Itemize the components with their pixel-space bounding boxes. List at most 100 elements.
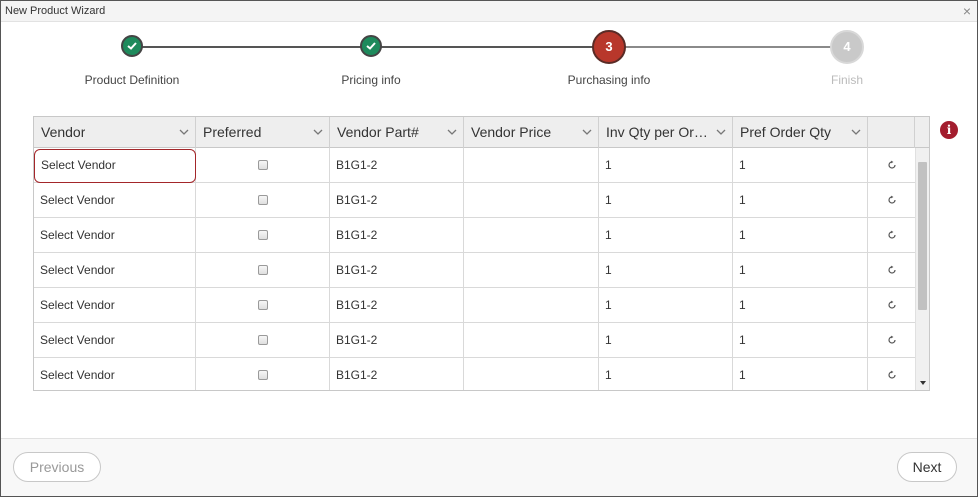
pref-order-qty-cell[interactable]: 1 (733, 253, 868, 288)
preferred-cell (196, 218, 330, 253)
step-label: Product Definition (84, 73, 180, 87)
vendor-part-cell[interactable]: B1G1-2 (330, 183, 464, 218)
refresh-icon[interactable] (887, 230, 897, 240)
vendor-price-cell[interactable] (464, 218, 599, 253)
vendor-part-cell[interactable]: B1G1-2 (330, 253, 464, 288)
scroll-up-arrow-icon[interactable] (919, 151, 927, 159)
stepper-connector (609, 46, 847, 48)
chevron-down-icon[interactable] (179, 117, 189, 148)
inv-qty-cell[interactable]: 1 (599, 183, 733, 218)
vendor-cell[interactable]: Select Vendor (34, 253, 196, 288)
pref-order-qty-cell[interactable]: 1 (733, 323, 868, 358)
grid-header: Vendor Preferred Vendor Part# Vendor Pri… (34, 117, 929, 148)
grid-body: Select VendorB1G1-211Select VendorB1G1-2… (34, 148, 915, 390)
pref-order-qty-cell[interactable]: 1 (733, 218, 868, 253)
column-header-vendor-price[interactable]: Vendor Price (464, 117, 599, 148)
header-scroll-spacer (915, 117, 929, 148)
previous-button[interactable]: Previous (13, 452, 101, 482)
preferred-cell (196, 358, 330, 390)
row-action-cell (868, 323, 915, 358)
check-icon (360, 35, 382, 57)
table-row[interactable]: Select Vendor B1G1-2 11 (34, 218, 915, 253)
vendor-price-cell[interactable] (464, 323, 599, 358)
vendor-cell[interactable]: Select Vendor (34, 183, 196, 218)
step-label: Pricing info (341, 73, 401, 87)
wizard-footer: Previous Next (1, 438, 977, 496)
table-row[interactable]: Select Vendor B1G1-2 11 (34, 358, 915, 390)
vendor-price-cell[interactable] (464, 358, 599, 390)
column-header-pref-order-qty[interactable]: Pref Order Qty (733, 117, 868, 148)
preferred-checkbox[interactable] (257, 299, 268, 310)
vendor-price-cell[interactable] (464, 148, 599, 183)
refresh-icon[interactable] (887, 300, 897, 310)
pref-order-qty-cell[interactable]: 1 (733, 183, 868, 218)
vertical-scrollbar[interactable] (915, 148, 929, 390)
table-row[interactable]: Select Vendor B1G1-2 11 (34, 183, 915, 218)
next-button[interactable]: Next (897, 452, 957, 482)
new-product-wizard-dialog: New Product Wizard × Product Definition … (0, 0, 978, 497)
vendor-price-cell[interactable] (464, 253, 599, 288)
vendor-part-cell[interactable]: B1G1-2 (330, 288, 464, 323)
preferred-cell (196, 148, 330, 183)
info-icon[interactable]: i (940, 121, 958, 139)
chevron-down-icon[interactable] (716, 117, 726, 148)
vendor-part-cell[interactable]: B1G1-2 (330, 323, 464, 358)
inv-qty-cell[interactable]: 1 (599, 148, 733, 183)
close-icon[interactable]: × (963, 4, 971, 18)
chevron-down-icon[interactable] (447, 117, 457, 148)
chevron-down-icon[interactable] (851, 117, 861, 148)
row-action-cell (868, 358, 915, 390)
stepper-connector (132, 46, 371, 48)
stepper-connector (371, 46, 609, 48)
vendor-cell[interactable]: Select Vendor (34, 358, 196, 390)
vendor-cell[interactable]: Select Vendor (34, 323, 196, 358)
preferred-checkbox[interactable] (257, 369, 268, 380)
table-row[interactable]: Select Vendor B1G1-2 11 (34, 253, 915, 288)
inv-qty-cell[interactable]: 1 (599, 288, 733, 323)
scrollbar-thumb[interactable] (918, 162, 927, 310)
title-bar: New Product Wizard × (1, 1, 977, 22)
refresh-icon[interactable] (887, 195, 897, 205)
row-action-cell (868, 183, 915, 218)
vendor-cell[interactable]: Select Vendor (34, 218, 196, 253)
table-row[interactable]: Select Vendor B1G1-2 11 (34, 323, 915, 358)
refresh-icon[interactable] (887, 335, 897, 345)
pref-order-qty-cell[interactable]: 1 (733, 358, 868, 390)
vendor-select-editor[interactable]: Select Vendor (34, 149, 196, 183)
step-label: Purchasing info (567, 73, 651, 87)
refresh-icon[interactable] (887, 265, 897, 275)
column-header-vendor[interactable]: Vendor (34, 117, 196, 148)
preferred-checkbox[interactable] (257, 194, 268, 205)
inv-qty-cell[interactable]: 1 (599, 358, 733, 390)
wizard-stepper: Product Definition Pricing info 3 Purcha… (1, 22, 977, 102)
pref-order-qty-cell[interactable]: 1 (733, 288, 868, 323)
column-header-inv-qty[interactable]: Inv Qty per Order Unit (599, 117, 733, 148)
pref-order-qty-cell[interactable]: 1 (733, 148, 868, 183)
preferred-checkbox[interactable] (257, 334, 268, 345)
inv-qty-cell[interactable]: 1 (599, 323, 733, 358)
vendor-cell[interactable]: Select Vendor (34, 288, 196, 323)
preferred-cell (196, 183, 330, 218)
preferred-checkbox[interactable] (257, 229, 268, 240)
row-action-cell (868, 148, 915, 183)
vendor-price-cell[interactable] (464, 288, 599, 323)
inv-qty-cell[interactable]: 1 (599, 253, 733, 288)
chevron-down-icon[interactable] (313, 117, 323, 148)
vendor-part-cell[interactable]: B1G1-2 (330, 148, 464, 183)
preferred-checkbox[interactable] (257, 264, 268, 275)
scroll-down-arrow-icon[interactable] (919, 379, 927, 387)
table-row[interactable]: Select Vendor B1G1-2 11 (34, 288, 915, 323)
inv-qty-cell[interactable]: 1 (599, 218, 733, 253)
step-number: 4 (830, 30, 864, 64)
refresh-icon[interactable] (887, 160, 897, 170)
preferred-cell (196, 288, 330, 323)
vendor-part-cell[interactable]: B1G1-2 (330, 358, 464, 390)
refresh-icon[interactable] (887, 370, 897, 380)
column-header-vendor-part[interactable]: Vendor Part# (330, 117, 464, 148)
check-icon (121, 35, 143, 57)
preferred-checkbox[interactable] (257, 159, 268, 170)
chevron-down-icon[interactable] (582, 117, 592, 148)
vendor-price-cell[interactable] (464, 183, 599, 218)
column-header-preferred[interactable]: Preferred (196, 117, 330, 148)
vendor-part-cell[interactable]: B1G1-2 (330, 218, 464, 253)
